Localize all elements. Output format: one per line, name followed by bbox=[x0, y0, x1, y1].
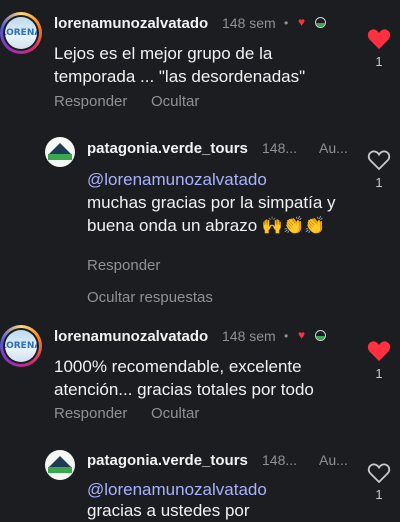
reply-button[interactable]: Responder bbox=[54, 93, 127, 110]
author-liked-heart-icon: ♥ bbox=[298, 328, 306, 342]
comment-time: 148 sem bbox=[222, 15, 276, 31]
reply-mention[interactable]: @lorenamunozalvatado bbox=[87, 168, 357, 191]
comment: LORENA lorenamunozalvatado 148 sem • ♥ 1… bbox=[0, 320, 400, 430]
author-tag: Au... bbox=[319, 452, 348, 468]
hide-replies-button[interactable]: Ocultar respuestas bbox=[87, 289, 213, 306]
reply-button[interactable]: Responder bbox=[87, 257, 160, 274]
comment-username[interactable]: patagonia.verde_tours bbox=[87, 140, 248, 157]
reply: patagonia.verde_tours 148... Au... @lore… bbox=[0, 130, 400, 315]
hide-button[interactable]: Ocultar bbox=[151, 93, 199, 110]
avatar[interactable]: LORENA bbox=[0, 325, 42, 367]
comment-text: gracias a ustedes por bbox=[87, 501, 250, 520]
author-liked-heart-icon: ♥ bbox=[298, 15, 306, 29]
separator-dot: • bbox=[284, 16, 289, 30]
comment-time: 148 sem bbox=[222, 328, 276, 344]
like-heart-icon[interactable] bbox=[367, 149, 391, 171]
separator-dot: • bbox=[284, 329, 289, 343]
like-count: 1 bbox=[375, 487, 383, 502]
reply-mention[interactable]: @lorenamunozalvatado bbox=[87, 478, 357, 501]
comment-username[interactable]: lorenamunozalvatado bbox=[54, 328, 208, 345]
comment-text: Lejos es el mejor grupo de la temporada … bbox=[54, 44, 306, 86]
like-heart-icon[interactable] bbox=[367, 28, 391, 50]
comment-text: 1000% recomendable, excelente atención..… bbox=[54, 357, 314, 399]
hide-button[interactable]: Ocultar bbox=[151, 405, 199, 422]
like-heart-icon[interactable] bbox=[367, 340, 391, 362]
author-tag: Au... bbox=[319, 140, 348, 156]
avatar[interactable] bbox=[45, 137, 75, 167]
like-count: 1 bbox=[375, 366, 383, 381]
mention-link[interactable]: @lorenamunozalvatado bbox=[87, 480, 267, 499]
like-count: 1 bbox=[375, 54, 383, 69]
reply-button[interactable]: Responder bbox=[54, 405, 127, 422]
mention-link[interactable]: @lorenamunozalvatado bbox=[87, 170, 267, 189]
comment-text: muchas gracias por la simpatía y buena o… bbox=[87, 193, 336, 236]
comment-username[interactable]: patagonia.verde_tours bbox=[87, 452, 248, 469]
emoji: 🙌👏👏 bbox=[261, 216, 326, 236]
comment: LORENA lorenamunozalvatado 148 sem • ♥ L… bbox=[0, 0, 400, 120]
author-avatar-badge-icon bbox=[315, 330, 326, 341]
like-heart-icon[interactable] bbox=[367, 462, 391, 484]
comment-time: 148... bbox=[262, 452, 298, 468]
comment-time: 148... bbox=[262, 140, 298, 156]
avatar[interactable] bbox=[45, 450, 75, 480]
author-avatar-badge-icon bbox=[315, 17, 326, 28]
like-count: 1 bbox=[375, 175, 383, 190]
comment-username[interactable]: lorenamunozalvatado bbox=[54, 15, 208, 32]
avatar[interactable]: LORENA bbox=[0, 12, 42, 54]
reply: patagonia.verde_tours 148... Au... @lore… bbox=[0, 440, 400, 520]
